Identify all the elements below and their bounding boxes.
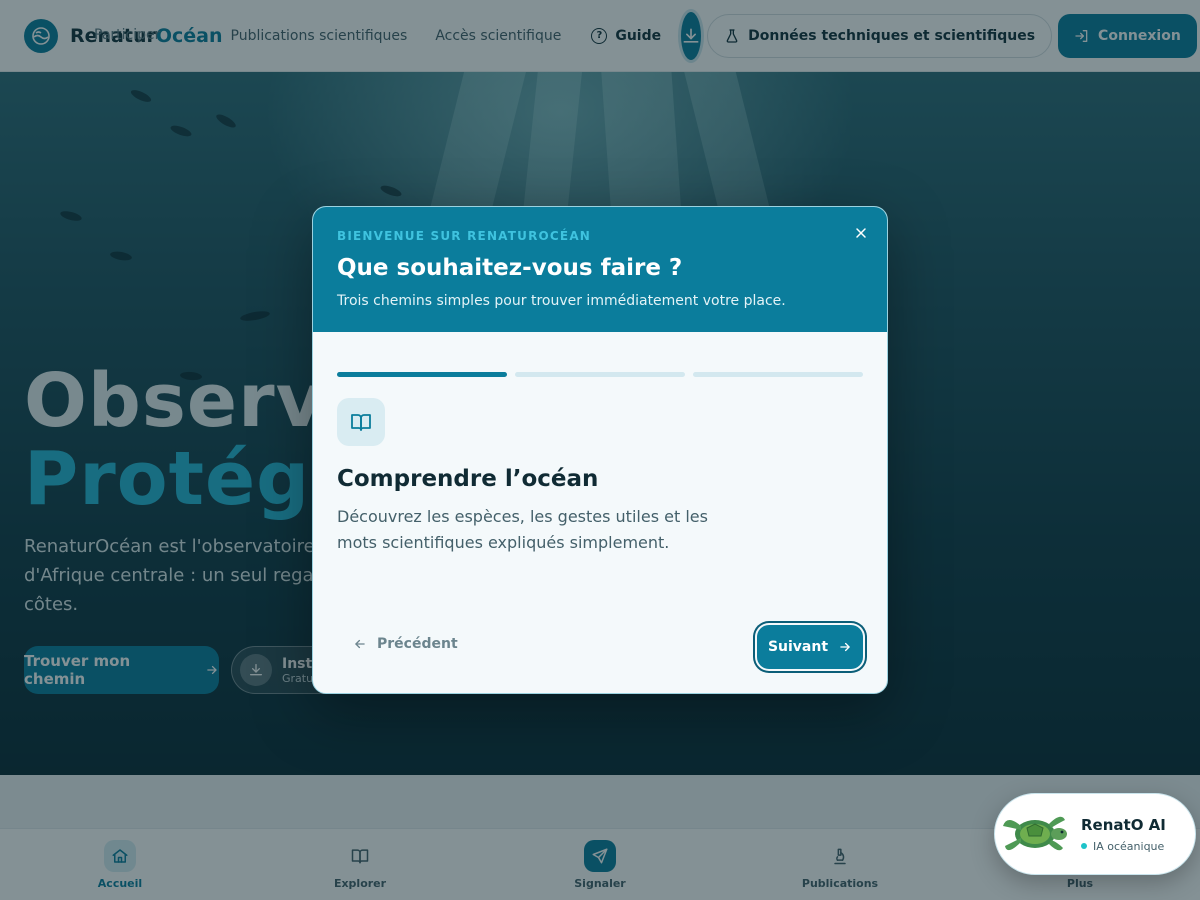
chat-title: RenatO AI	[1081, 815, 1166, 834]
progress-segment-3	[693, 372, 863, 377]
progress-segment-2	[515, 372, 685, 377]
progress-segment-1	[337, 372, 507, 377]
dialog-eyebrow: BIENVENUE SUR RENATUROCÉAN	[337, 229, 592, 243]
close-icon	[856, 228, 866, 238]
next-label: Suivant	[767, 639, 829, 655]
sea-turtle-icon	[1003, 816, 1067, 851]
renato-ai-chat-button[interactable]: RenatO AI IA océanique	[994, 793, 1196, 875]
arrow-left-icon	[355, 639, 365, 649]
online-status-dot	[1081, 843, 1087, 849]
next-button[interactable]: Suivant	[757, 625, 863, 669]
dialog-body: Comprendre l’océan Découvrez les espèces…	[313, 332, 887, 693]
step-title: Comprendre l’océan	[337, 466, 599, 492]
step-description: Découvrez les espèces, les gestes utiles…	[337, 507, 708, 552]
previous-label: Précédent	[377, 636, 458, 652]
book-open-icon	[337, 398, 385, 446]
dialog-subtitle: Trois chemins simples pour trouver imméd…	[337, 293, 786, 309]
dialog-title: Que souhaitez-vous faire ?	[337, 255, 683, 281]
arrow-right-icon	[840, 642, 850, 652]
close-button[interactable]	[851, 223, 871, 243]
chat-status: IA océanique	[1081, 840, 1166, 853]
onboarding-dialog: BIENVENUE SUR RENATUROCÉAN Que souhaitez…	[312, 206, 888, 694]
previous-button[interactable]: Précédent	[353, 636, 458, 652]
chat-subtitle: IA océanique	[1093, 839, 1165, 853]
dialog-header: BIENVENUE SUR RENATUROCÉAN Que souhaitez…	[313, 207, 887, 332]
step-progress	[337, 372, 863, 377]
